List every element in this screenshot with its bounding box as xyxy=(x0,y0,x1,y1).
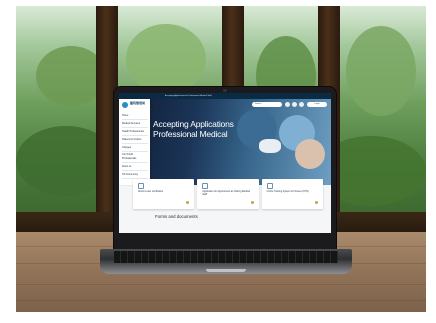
card-label: Online Training System for Nurses (OTN) xyxy=(266,191,309,193)
lid-notch xyxy=(206,269,246,272)
webcam xyxy=(223,89,227,92)
laptop-base xyxy=(100,249,352,274)
hero-banner: Accepting Applications Professional Medi… xyxy=(119,99,331,185)
document-icon xyxy=(138,183,144,189)
application-icon xyxy=(202,183,209,189)
card-label: Doctor Letter Verification xyxy=(138,191,164,193)
arrow-icon xyxy=(314,201,318,204)
site-sidebar: 醫院管理局 Home Medical Services Health Profe… xyxy=(119,99,150,185)
font-size-button[interactable] xyxy=(285,102,290,107)
nav-item-about[interactable]: About us xyxy=(122,164,148,171)
language-button[interactable] xyxy=(292,102,297,107)
nav-item-community[interactable]: HA Community xyxy=(122,172,148,179)
topbar-text: Accepting Applications for Professional … xyxy=(165,95,212,97)
site-logo[interactable]: 醫院管理局 xyxy=(122,101,146,110)
laptop-lid: Accepting Applications Professional Medi… xyxy=(114,87,336,250)
search-box[interactable]: Search xyxy=(252,102,282,107)
foliage xyxy=(346,26,416,116)
laptop-screen: Accepting Applications Professional Medi… xyxy=(119,93,331,233)
arrow-icon xyxy=(186,201,190,204)
logo-text: 醫院管理局 xyxy=(130,101,146,105)
nav-item-home[interactable]: Home xyxy=(122,113,148,120)
nav-item-charges[interactable]: Charges xyxy=(122,145,148,152)
nav-item-medical-services[interactable]: Medical Services xyxy=(122,121,148,128)
hero-title-line-2: Professional Medical xyxy=(153,129,228,139)
wood-grain xyxy=(16,284,426,285)
surgical-light xyxy=(259,139,281,153)
image-frame: Accepting Applications Professional Medi… xyxy=(0,0,436,323)
arrow-icon xyxy=(250,201,254,204)
surgeon-figure xyxy=(295,139,325,169)
foliage xyxy=(126,24,206,94)
nav-item-patients[interactable]: Patients & Visitors xyxy=(122,137,148,144)
quick-link-cards: Doctor Letter Verification Application f… xyxy=(133,179,323,209)
hero-title-line-1: Accepting Applications xyxy=(153,119,234,129)
quick-link-card[interactable]: Online Training System for Nurses (OTN) xyxy=(261,179,323,209)
forms-section-title: Forms and documents xyxy=(155,214,198,219)
logo-icon xyxy=(122,102,128,108)
training-icon xyxy=(266,183,273,189)
keyboard xyxy=(114,251,338,263)
hero-title: Accepting Applications Professional Medi… xyxy=(153,119,263,139)
nav-item-health-professionals[interactable]: Health Professionals xyxy=(122,129,148,136)
quick-link-card[interactable]: Doctor Letter Verification xyxy=(133,179,195,209)
search-label: Search xyxy=(255,103,262,105)
quick-link-card[interactable]: Application for Appointment as Visiting … xyxy=(197,179,259,209)
share-button[interactable] xyxy=(299,102,304,107)
card-label: Application for Appointment as Visiting … xyxy=(202,191,250,196)
login-button[interactable]: Login xyxy=(307,102,327,107)
site-topbar: Accepting Applications for Professional … xyxy=(119,93,331,99)
nav-item-public-professionals[interactable]: Our Public Professionals xyxy=(122,153,148,163)
wood-grain xyxy=(16,300,426,301)
